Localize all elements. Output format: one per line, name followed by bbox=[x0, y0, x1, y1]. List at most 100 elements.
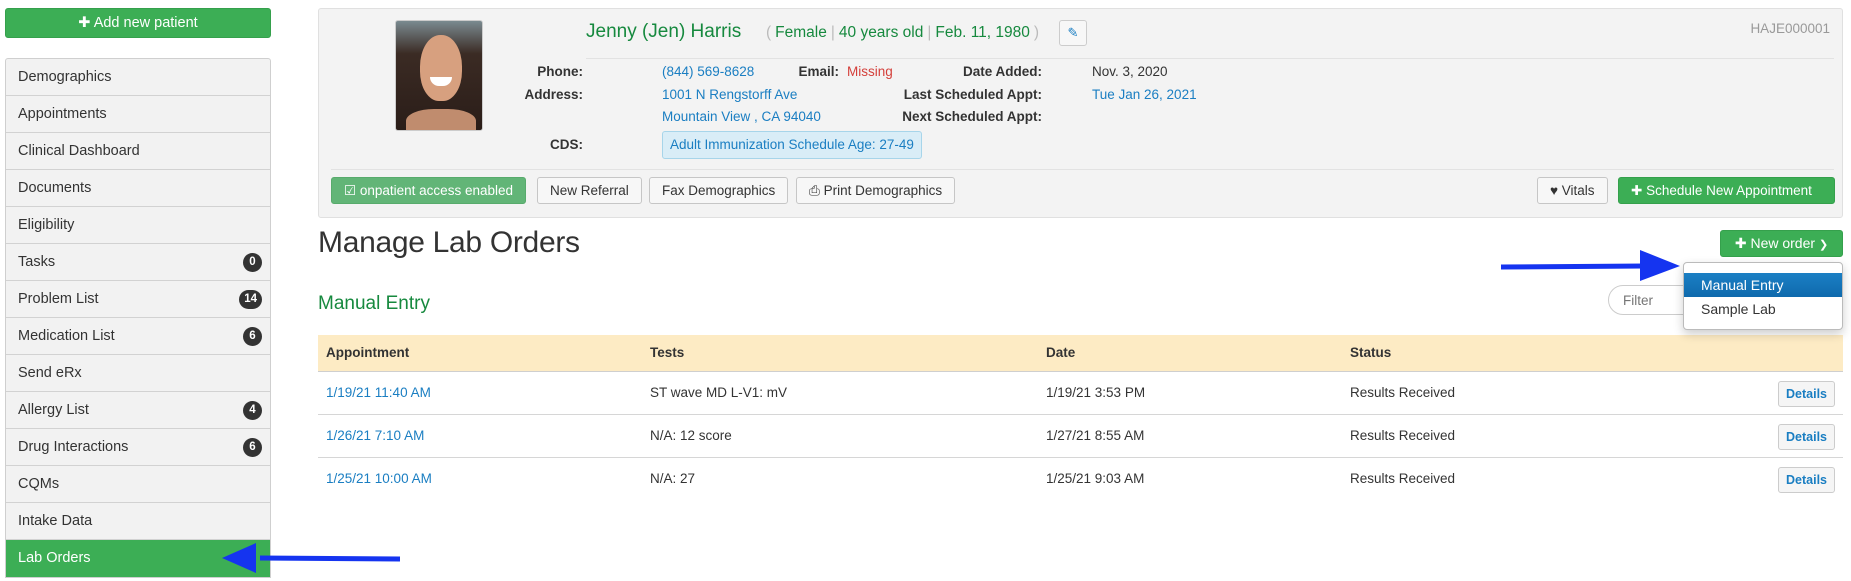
tests-cell: N/A: 12 score bbox=[642, 414, 1038, 458]
add-new-patient-button[interactable]: ✚ Add new patient bbox=[5, 8, 271, 38]
edit-patient-button[interactable]: ✎ bbox=[1059, 20, 1087, 46]
lab-orders-table: Appointment Tests Date Status 1/19/21 11… bbox=[318, 335, 1843, 500]
patient-header: Jenny (Jen) Harris (Female | 40 years old |… bbox=[318, 8, 1843, 218]
actions-cell: Details bbox=[1763, 457, 1843, 500]
sidebar-item-label: Medication List bbox=[18, 328, 115, 344]
sidebar-item-medication-list[interactable]: Medication List 6 bbox=[6, 318, 270, 355]
sidebar-nav: Demographics Appointments Clinical Dashboa… bbox=[5, 58, 271, 578]
chevron-down-icon: ❯ bbox=[1818, 239, 1829, 251]
details-button[interactable]: Details bbox=[1778, 381, 1835, 407]
patient-gender: Female bbox=[775, 24, 827, 41]
sidebar-item-send-erx[interactable]: Send eRx bbox=[6, 355, 270, 392]
patient-age: 40 years old bbox=[838, 24, 924, 41]
print-demographics-button[interactable]: ⎙ Print Demographics bbox=[796, 177, 956, 204]
details-button[interactable]: Details bbox=[1778, 467, 1835, 494]
sidebar-item-label: Intake Data bbox=[18, 513, 93, 529]
add-new-patient-label: Add new patient bbox=[93, 15, 198, 31]
last-appt-value[interactable]: Tue Jan 26, 2021 bbox=[1092, 87, 1197, 102]
new-referral-button[interactable]: New Referral bbox=[537, 177, 642, 204]
annotation-arrow-left bbox=[222, 543, 401, 573]
tests-cell: ST wave MD L-V1: mV bbox=[642, 371, 1038, 415]
new-order-dropdown: Manual Entry Sample Lab bbox=[1683, 262, 1843, 330]
sidebar-item-label: Allergy List bbox=[18, 402, 89, 418]
cds-tag[interactable]: Adult Immunization Schedule Age: 27-49 bbox=[662, 131, 922, 159]
status-cell: Results Received bbox=[1350, 471, 1456, 487]
date-cell: 1/19/21 3:53 PM bbox=[1038, 371, 1342, 415]
date-cell: 1/27/21 8:55 AM bbox=[1038, 414, 1342, 458]
plus-icon: ✚ bbox=[1631, 183, 1643, 198]
divider bbox=[331, 169, 1834, 170]
sidebar-item-label: Drug Interactions bbox=[18, 439, 129, 455]
checkbox-icon: ☑ bbox=[344, 183, 357, 198]
print-icon: ⎙ bbox=[809, 183, 820, 198]
vitals-button[interactable]: ♥ Vitals bbox=[1537, 177, 1608, 204]
next-appt-label: Next Scheduled Appt: bbox=[902, 109, 1042, 124]
schedule-appointment-button[interactable]: ✚ Schedule New Appointment bbox=[1618, 177, 1835, 204]
appointment-link[interactable]: 1/19/21 11:40 AM bbox=[318, 371, 642, 415]
column-header-date[interactable]: Date bbox=[1038, 335, 1342, 372]
table-row: 1/26/21 7:10 AM N/A: 12 score 1/27/21 8:55… bbox=[318, 414, 1843, 458]
sidebar-item-label: Problem List bbox=[18, 291, 99, 307]
count-badge: 6 bbox=[243, 327, 262, 346]
sidebar-item-problem-list[interactable]: Problem List 14 bbox=[6, 281, 270, 318]
sidebar-item-intake-data[interactable]: Intake Data bbox=[6, 503, 270, 540]
dropdown-item-sample-lab[interactable]: Sample Lab bbox=[1684, 297, 1842, 321]
plus-icon: ✚ bbox=[1734, 235, 1747, 251]
column-header-actions bbox=[1763, 335, 1843, 372]
last-appt-label: Last Scheduled Appt: bbox=[903, 87, 1042, 102]
divider bbox=[586, 58, 1834, 59]
patient-meta: (Female | 40 years old | Feb. 11, 1980) bbox=[766, 24, 1040, 41]
patient-id: HAJE000001 bbox=[1750, 21, 1830, 36]
sidebar-item-label: Clinical Dashboard bbox=[18, 143, 140, 159]
actions-cell: Details bbox=[1763, 414, 1843, 458]
sidebar-item-drug-interactions[interactable]: Drug Interactions 6 bbox=[6, 429, 270, 466]
sidebar-item-documents[interactable]: Documents bbox=[6, 170, 270, 207]
count-badge: 0 bbox=[243, 253, 262, 272]
address-label: Address: bbox=[524, 87, 583, 102]
sidebar-item-label: Lab Orders bbox=[18, 550, 91, 566]
fax-demographics-button[interactable]: Fax Demographics bbox=[649, 177, 789, 204]
date-cell: 1/25/21 9:03 AM bbox=[1046, 471, 1145, 487]
sidebar-item-eligibility[interactable]: Eligibility bbox=[6, 207, 270, 244]
patient-dob: Feb. 11, 1980 bbox=[935, 24, 1030, 41]
sidebar-item-label: Documents bbox=[18, 180, 92, 196]
tests-cell: N/A: 27 bbox=[650, 471, 696, 487]
sidebar-item-demographics[interactable]: Demographics bbox=[6, 59, 270, 96]
sidebar-item-appointments[interactable]: Appointments bbox=[6, 96, 270, 133]
column-header-status[interactable]: Status bbox=[1342, 335, 1763, 372]
count-badge: 14 bbox=[239, 290, 262, 309]
dropdown-item-manual-entry[interactable]: Manual Entry bbox=[1684, 273, 1842, 297]
sidebar-item-label: Eligibility bbox=[18, 217, 75, 233]
email-label: Email: bbox=[798, 64, 839, 79]
address-line1[interactable]: 1001 N Rengstorff Ave bbox=[662, 87, 797, 102]
patient-photo bbox=[395, 20, 483, 131]
column-header-tests[interactable]: Tests bbox=[642, 335, 1038, 372]
count-badge: 6 bbox=[243, 438, 262, 457]
sidebar-item-cqms[interactable]: CQMs bbox=[6, 466, 270, 503]
status-cell: Results Received bbox=[1342, 414, 1763, 458]
new-order-button[interactable]: ✚ New order ❯ bbox=[1720, 230, 1843, 257]
date-added-value: Nov. 3, 2020 bbox=[1092, 64, 1168, 79]
heart-icon: ♥ bbox=[1550, 183, 1559, 198]
status-cell: Results Received bbox=[1342, 371, 1763, 415]
phone-label: Phone: bbox=[537, 64, 583, 79]
onpatient-access-button[interactable]: ☑ onpatient access enabled bbox=[331, 177, 526, 204]
cds-label: CDS: bbox=[550, 137, 583, 152]
sidebar-item-label: Appointments bbox=[18, 106, 107, 122]
actions-cell: Details bbox=[1763, 371, 1843, 415]
table-row: 1/19/21 11:40 AM ST wave MD L-V1: mV 1/19/… bbox=[318, 371, 1843, 415]
sidebar-item-label: CQMs bbox=[18, 476, 60, 492]
column-header-appointment[interactable]: Appointment bbox=[318, 335, 642, 372]
plus-icon: ✚ bbox=[78, 15, 91, 31]
sidebar-item-clinical-dashboard[interactable]: Clinical Dashboard bbox=[6, 133, 270, 170]
appointment-link[interactable]: 1/26/21 7:10 AM bbox=[318, 414, 642, 458]
pencil-icon: ✎ bbox=[1067, 25, 1079, 40]
section-title: Manual Entry bbox=[318, 293, 430, 314]
sidebar-item-allergy-list[interactable]: Allergy List 4 bbox=[6, 392, 270, 429]
table-row: 1/25/21 10:00 AM N/A: 27 1/25/21 9:03 AM Re… bbox=[318, 457, 1843, 500]
annotation-arrow-right bbox=[1500, 250, 1680, 281]
appointment-link[interactable]: 1/25/21 10:00 AM bbox=[318, 457, 642, 500]
address-line2[interactable]: Mountain View , CA 94040 bbox=[662, 109, 821, 124]
details-button[interactable]: Details bbox=[1778, 424, 1835, 450]
sidebar-item-tasks[interactable]: Tasks 0 bbox=[6, 244, 270, 281]
